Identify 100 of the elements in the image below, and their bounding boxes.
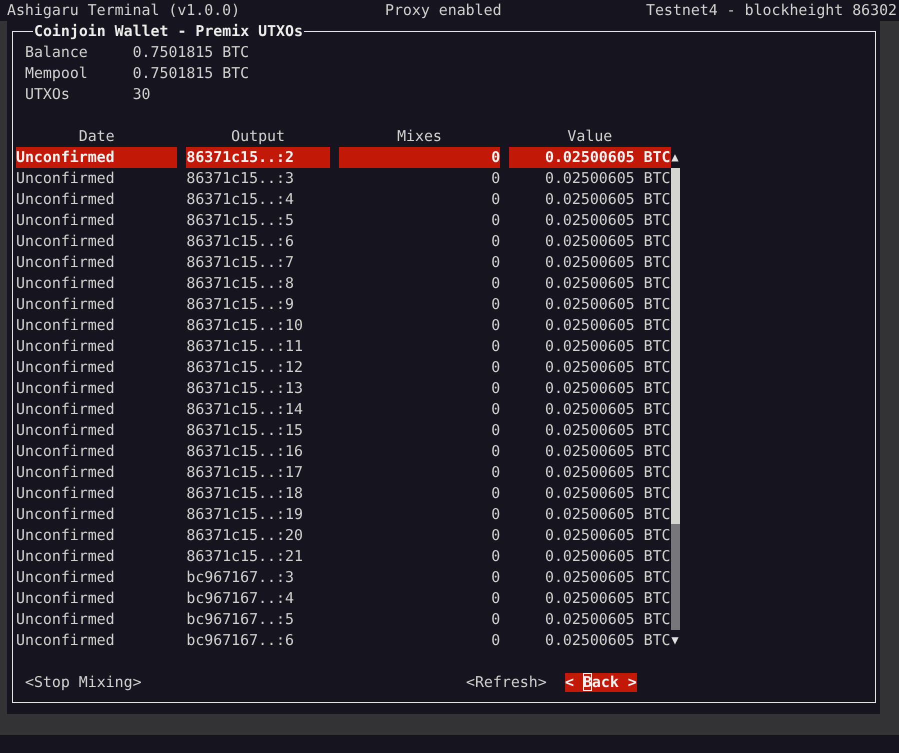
table-cell[interactable]: Unconfirmed [16, 231, 178, 252]
table-cell[interactable]: 0.02500605 BTC [509, 168, 671, 189]
table-cell[interactable]: 0 [338, 441, 500, 462]
table-cell[interactable]: Unconfirmed [16, 273, 178, 294]
table-cell[interactable]: Unconfirmed [16, 357, 178, 378]
table-cell[interactable]: Unconfirmed [16, 294, 178, 315]
table-cell[interactable]: 86371c15..:10 [186, 315, 330, 336]
table-cell[interactable]: 0.02500605 BTC [509, 210, 671, 231]
table-cell[interactable]: 0.02500605 BTC [509, 546, 671, 567]
table-cell[interactable]: 86371c15..:5 [186, 210, 330, 231]
table-cell[interactable]: 0.02500605 BTC [509, 567, 671, 588]
action-button[interactable]: <Refresh> [466, 672, 547, 693]
table-cell[interactable]: 0 [338, 168, 500, 189]
table-cell[interactable]: 86371c15..:20 [186, 525, 330, 546]
table-cell[interactable]: 86371c15..:15 [186, 420, 330, 441]
table-cell[interactable]: 86371c15..:12 [186, 357, 330, 378]
table-cell[interactable]: 0.02500605 BTC [509, 357, 671, 378]
table-cell[interactable]: Unconfirmed [16, 609, 178, 630]
table-cell[interactable]: 0 [338, 147, 500, 168]
table-cell[interactable]: Unconfirmed [16, 462, 178, 483]
table-cell[interactable]: Unconfirmed [16, 189, 178, 210]
table-cell[interactable]: Unconfirmed [16, 588, 178, 609]
table-cell[interactable]: 0.02500605 BTC [509, 441, 671, 462]
table-cell[interactable]: 0 [338, 357, 500, 378]
table-cell[interactable]: 0 [338, 315, 500, 336]
table-cell[interactable]: bc967167..:4 [186, 588, 330, 609]
action-button[interactable]: <Stop Mixing> [25, 672, 142, 693]
table-cell[interactable]: 0 [338, 399, 500, 420]
scroll-up-arrow[interactable]: ▲ [670, 147, 680, 168]
table-cell[interactable]: 0.02500605 BTC [509, 252, 671, 273]
table-cell[interactable]: 0.02500605 BTC [509, 273, 671, 294]
table-cell[interactable]: 0.02500605 BTC [509, 231, 671, 252]
table-cell[interactable]: 0.02500605 BTC [509, 630, 671, 651]
table-cell[interactable]: 86371c15..:4 [186, 189, 330, 210]
table-cell[interactable]: Unconfirmed [16, 168, 178, 189]
table-cell[interactable]: 0.02500605 BTC [509, 399, 671, 420]
table-cell[interactable]: 0 [338, 462, 500, 483]
table-cell[interactable]: Unconfirmed [16, 630, 178, 651]
table-cell[interactable]: 0.02500605 BTC [509, 504, 671, 525]
table-cell[interactable]: Unconfirmed [16, 147, 178, 168]
table-cell[interactable]: 0 [338, 546, 500, 567]
table-cell[interactable]: 0.02500605 BTC [509, 147, 671, 168]
table-cell[interactable]: 0 [338, 525, 500, 546]
table-cell[interactable]: 86371c15..:8 [186, 273, 330, 294]
scroll-down-arrow[interactable]: ▼ [670, 630, 680, 651]
table-cell[interactable]: 0.02500605 BTC [509, 462, 671, 483]
table-cell[interactable]: Unconfirmed [16, 504, 178, 525]
table-cell[interactable]: bc967167..:6 [186, 630, 330, 651]
table-cell[interactable]: 0 [338, 504, 500, 525]
table-cell[interactable]: 86371c15..:18 [186, 483, 330, 504]
table-cell[interactable]: 0 [338, 630, 500, 651]
table-cell[interactable]: 86371c15..:17 [186, 462, 330, 483]
table-cell[interactable]: 0 [338, 231, 500, 252]
table-cell[interactable]: 0.02500605 BTC [509, 315, 671, 336]
action-button[interactable]: < Back > [565, 673, 637, 692]
table-cell[interactable]: Unconfirmed [16, 399, 178, 420]
table-cell[interactable]: 0 [338, 609, 500, 630]
table-cell[interactable]: 86371c15..:19 [186, 504, 330, 525]
table-cell[interactable]: Unconfirmed [16, 546, 178, 567]
table-cell[interactable]: bc967167..:3 [186, 567, 330, 588]
table-cell[interactable]: 0.02500605 BTC [509, 609, 671, 630]
table-cell[interactable]: 0.02500605 BTC [509, 336, 671, 357]
table-cell[interactable]: 0.02500605 BTC [509, 189, 671, 210]
table-cell[interactable]: 0.02500605 BTC [509, 420, 671, 441]
table-cell[interactable]: Unconfirmed [16, 252, 178, 273]
table-cell[interactable]: 0.02500605 BTC [509, 525, 671, 546]
table-cell[interactable]: 86371c15..:11 [186, 336, 330, 357]
table-cell[interactable]: 0 [338, 483, 500, 504]
table-cell[interactable]: 0 [338, 294, 500, 315]
table-cell[interactable]: 86371c15..:3 [186, 168, 330, 189]
table-cell[interactable]: 0 [338, 273, 500, 294]
table-cell[interactable]: 0 [338, 252, 500, 273]
table-cell[interactable]: 0 [338, 588, 500, 609]
table-cell[interactable]: 0.02500605 BTC [509, 588, 671, 609]
table-cell[interactable]: Unconfirmed [16, 567, 178, 588]
table-cell[interactable]: Unconfirmed [16, 441, 178, 462]
table-cell[interactable]: 0.02500605 BTC [509, 483, 671, 504]
table-cell[interactable]: Unconfirmed [16, 210, 178, 231]
table-cell[interactable]: 86371c15..:9 [186, 294, 330, 315]
table-cell[interactable]: 0 [338, 420, 500, 441]
table-cell[interactable]: 86371c15..:21 [186, 546, 330, 567]
table-cell[interactable]: 0 [338, 567, 500, 588]
table-cell[interactable]: 0 [338, 336, 500, 357]
table-cell[interactable]: Unconfirmed [16, 378, 178, 399]
table-cell[interactable]: 0.02500605 BTC [509, 294, 671, 315]
table-cell[interactable]: Unconfirmed [16, 420, 178, 441]
table-cell[interactable]: Unconfirmed [16, 525, 178, 546]
table-cell[interactable]: 86371c15..:2 [186, 147, 330, 168]
table-cell[interactable]: 86371c15..:13 [186, 378, 330, 399]
table-cell[interactable]: 0 [338, 210, 500, 231]
table-cell[interactable]: 0.02500605 BTC [509, 378, 671, 399]
table-cell[interactable]: Unconfirmed [16, 483, 178, 504]
table-cell[interactable]: Unconfirmed [16, 315, 178, 336]
table-cell[interactable]: bc967167..:5 [186, 609, 330, 630]
table-cell[interactable]: 86371c15..:7 [186, 252, 330, 273]
table-cell[interactable]: Unconfirmed [16, 336, 178, 357]
table-cell[interactable]: 86371c15..:16 [186, 441, 330, 462]
table-cell[interactable]: 86371c15..:14 [186, 399, 330, 420]
table-cell[interactable]: 0 [338, 378, 500, 399]
table-cell[interactable]: 86371c15..:6 [186, 231, 330, 252]
